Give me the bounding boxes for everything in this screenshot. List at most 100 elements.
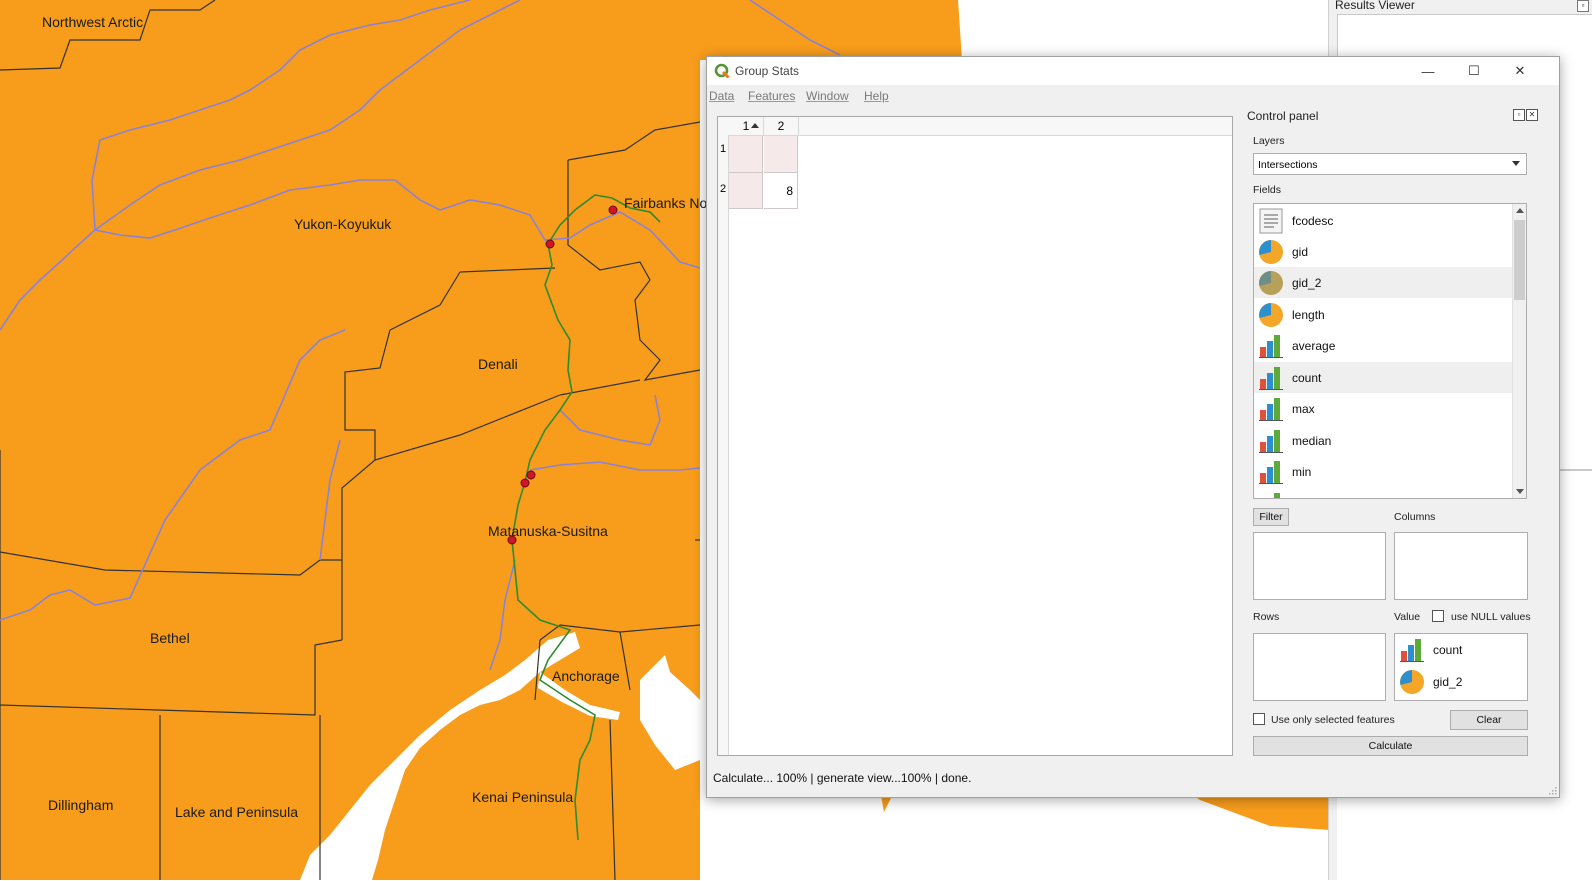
maximize-button[interactable]: ☐ bbox=[1451, 57, 1497, 85]
field-name: gid_2 bbox=[1433, 675, 1463, 689]
bar-chart-icon bbox=[1259, 430, 1283, 453]
bar-chart-icon bbox=[1259, 335, 1283, 358]
intersection-point bbox=[608, 205, 618, 215]
clear-button[interactable]: Clear bbox=[1450, 710, 1528, 730]
selected-only-label: Use only selected features bbox=[1271, 714, 1395, 726]
field-name: count bbox=[1292, 371, 1322, 385]
column-header-label: 1 bbox=[742, 119, 750, 133]
field-name: max bbox=[1292, 402, 1315, 416]
bar-chart-icon bbox=[1259, 398, 1283, 421]
calculate-button[interactable]: Calculate bbox=[1253, 736, 1528, 756]
list-item-count[interactable]: count bbox=[1254, 362, 1514, 393]
column-header-1[interactable]: 1 bbox=[729, 117, 764, 135]
minimize-button[interactable]: — bbox=[1405, 57, 1451, 85]
bar-chart-icon bbox=[1400, 639, 1424, 662]
table-cell[interactable] bbox=[729, 173, 763, 209]
close-button[interactable]: ✕ bbox=[1497, 57, 1543, 85]
pie-chart-icon bbox=[1400, 670, 1424, 694]
table-cell[interactable] bbox=[729, 136, 763, 173]
float-panel-icon[interactable]: ▫ bbox=[1577, 0, 1589, 12]
table-cell[interactable] bbox=[764, 136, 798, 173]
table-cell[interactable]: 8 bbox=[764, 173, 798, 209]
row-header-2[interactable]: 2 bbox=[718, 183, 728, 195]
window-title: Group Stats bbox=[735, 64, 800, 78]
region-label-yukon-koyukuk: Yukon-Koyukuk bbox=[294, 216, 392, 232]
value-item-count[interactable]: count bbox=[1395, 635, 1525, 665]
fields-scrollbar[interactable] bbox=[1512, 204, 1526, 498]
layers-dropdown[interactable]: Intersections bbox=[1253, 153, 1527, 175]
list-item-median[interactable]: median bbox=[1254, 425, 1514, 456]
row-header-1[interactable]: 1 bbox=[718, 143, 728, 155]
intersection-point bbox=[526, 470, 536, 480]
title-bar[interactable]: Group Stats — ☐ ✕ bbox=[707, 57, 1559, 85]
status-bar: Calculate... 100% | generate view...100%… bbox=[713, 771, 972, 785]
scroll-down-icon[interactable] bbox=[1516, 489, 1524, 494]
close-panel-icon[interactable]: ✕ bbox=[1526, 109, 1538, 121]
region-label-dillingham: Dillingham bbox=[48, 797, 114, 813]
value-label: Value bbox=[1394, 611, 1421, 623]
menu-data[interactable]: Data bbox=[709, 89, 734, 103]
sort-ascending-icon bbox=[751, 123, 759, 128]
region-label-denali: Denali bbox=[478, 356, 518, 372]
list-item-fcodesc[interactable]: fcodesc bbox=[1254, 205, 1514, 236]
pie-chart-icon bbox=[1259, 240, 1283, 264]
pie-chart-icon bbox=[1259, 271, 1283, 295]
scrollbar-thumb[interactable] bbox=[1514, 220, 1525, 300]
filter-drop-area[interactable] bbox=[1253, 532, 1386, 600]
list-item-length[interactable]: length bbox=[1254, 299, 1514, 330]
selected-only-checkbox[interactable] bbox=[1253, 713, 1265, 725]
bar-chart-icon bbox=[1274, 493, 1280, 498]
fields-label: Fields bbox=[1253, 184, 1282, 196]
field-name: min bbox=[1292, 465, 1312, 479]
resize-grip-icon[interactable] bbox=[1549, 787, 1557, 795]
field-name: gid_2 bbox=[1292, 276, 1322, 290]
field-name: median bbox=[1292, 434, 1332, 448]
results-viewer-title: Results Viewer bbox=[1335, 0, 1415, 12]
column-header-label: 2 bbox=[777, 119, 785, 133]
qgis-logo-icon bbox=[714, 63, 730, 79]
control-panel: Control panel ▫ ✕ Layers Intersections F… bbox=[1245, 107, 1545, 772]
layers-label: Layers bbox=[1253, 135, 1285, 147]
results-table[interactable]: 1 2 1 2 8 bbox=[717, 116, 1233, 756]
list-item-max[interactable]: max bbox=[1254, 393, 1514, 424]
intersection-point bbox=[520, 478, 530, 488]
scroll-up-icon[interactable] bbox=[1516, 208, 1524, 213]
use-null-values-checkbox[interactable] bbox=[1432, 610, 1444, 622]
group-stats-window: Group Stats — ☐ ✕ Data Features Window H… bbox=[706, 56, 1560, 798]
chevron-down-icon bbox=[1512, 161, 1520, 166]
list-item-gid[interactable]: gid bbox=[1254, 236, 1514, 267]
float-panel-icon[interactable]: ▫ bbox=[1513, 109, 1525, 121]
intersection-point bbox=[545, 239, 555, 249]
list-item-average[interactable]: average bbox=[1254, 330, 1514, 361]
text-field-icon bbox=[1259, 208, 1283, 234]
value-drop-area[interactable]: count gid_2 bbox=[1394, 633, 1528, 701]
column-header-2[interactable]: 2 bbox=[764, 117, 799, 135]
filter-button[interactable]: Filter bbox=[1253, 508, 1289, 526]
region-label-matanuska-susitna: Matanuska-Susitna bbox=[488, 523, 608, 539]
region-label-lake-and-peninsula: Lake and Peninsula bbox=[175, 804, 298, 820]
list-item-gid-2[interactable]: gid_2 bbox=[1254, 267, 1514, 298]
use-null-values-label: use NULL values bbox=[1451, 611, 1531, 623]
field-name: fcodesc bbox=[1292, 214, 1334, 228]
list-item-partial[interactable] bbox=[1254, 488, 1514, 498]
fields-list[interactable]: fcodesc gid gid_2 length average count m… bbox=[1253, 203, 1527, 499]
menu-bar: Data Features Window Help bbox=[707, 85, 1559, 107]
layers-dropdown-value: Intersections bbox=[1258, 159, 1318, 171]
control-panel-title: Control panel bbox=[1247, 109, 1319, 123]
bar-chart-icon bbox=[1259, 461, 1283, 484]
region-label-fairbanks: Fairbanks No bbox=[624, 195, 708, 211]
menu-features[interactable]: Features bbox=[748, 89, 795, 103]
menu-help[interactable]: Help bbox=[864, 89, 889, 103]
region-label-northwest-arctic: Northwest Arctic bbox=[42, 14, 144, 30]
list-item-min[interactable]: min bbox=[1254, 456, 1514, 487]
columns-drop-area[interactable] bbox=[1394, 532, 1528, 600]
field-name: count bbox=[1433, 643, 1463, 657]
value-item-gid-2[interactable]: gid_2 bbox=[1395, 667, 1525, 697]
pie-chart-icon bbox=[1259, 303, 1283, 327]
rows-drop-area[interactable] bbox=[1253, 633, 1386, 701]
field-name: length bbox=[1292, 308, 1325, 322]
menu-window[interactable]: Window bbox=[806, 89, 849, 103]
field-name: average bbox=[1292, 339, 1336, 353]
rows-label: Rows bbox=[1253, 611, 1280, 623]
bar-chart-icon bbox=[1259, 367, 1283, 390]
